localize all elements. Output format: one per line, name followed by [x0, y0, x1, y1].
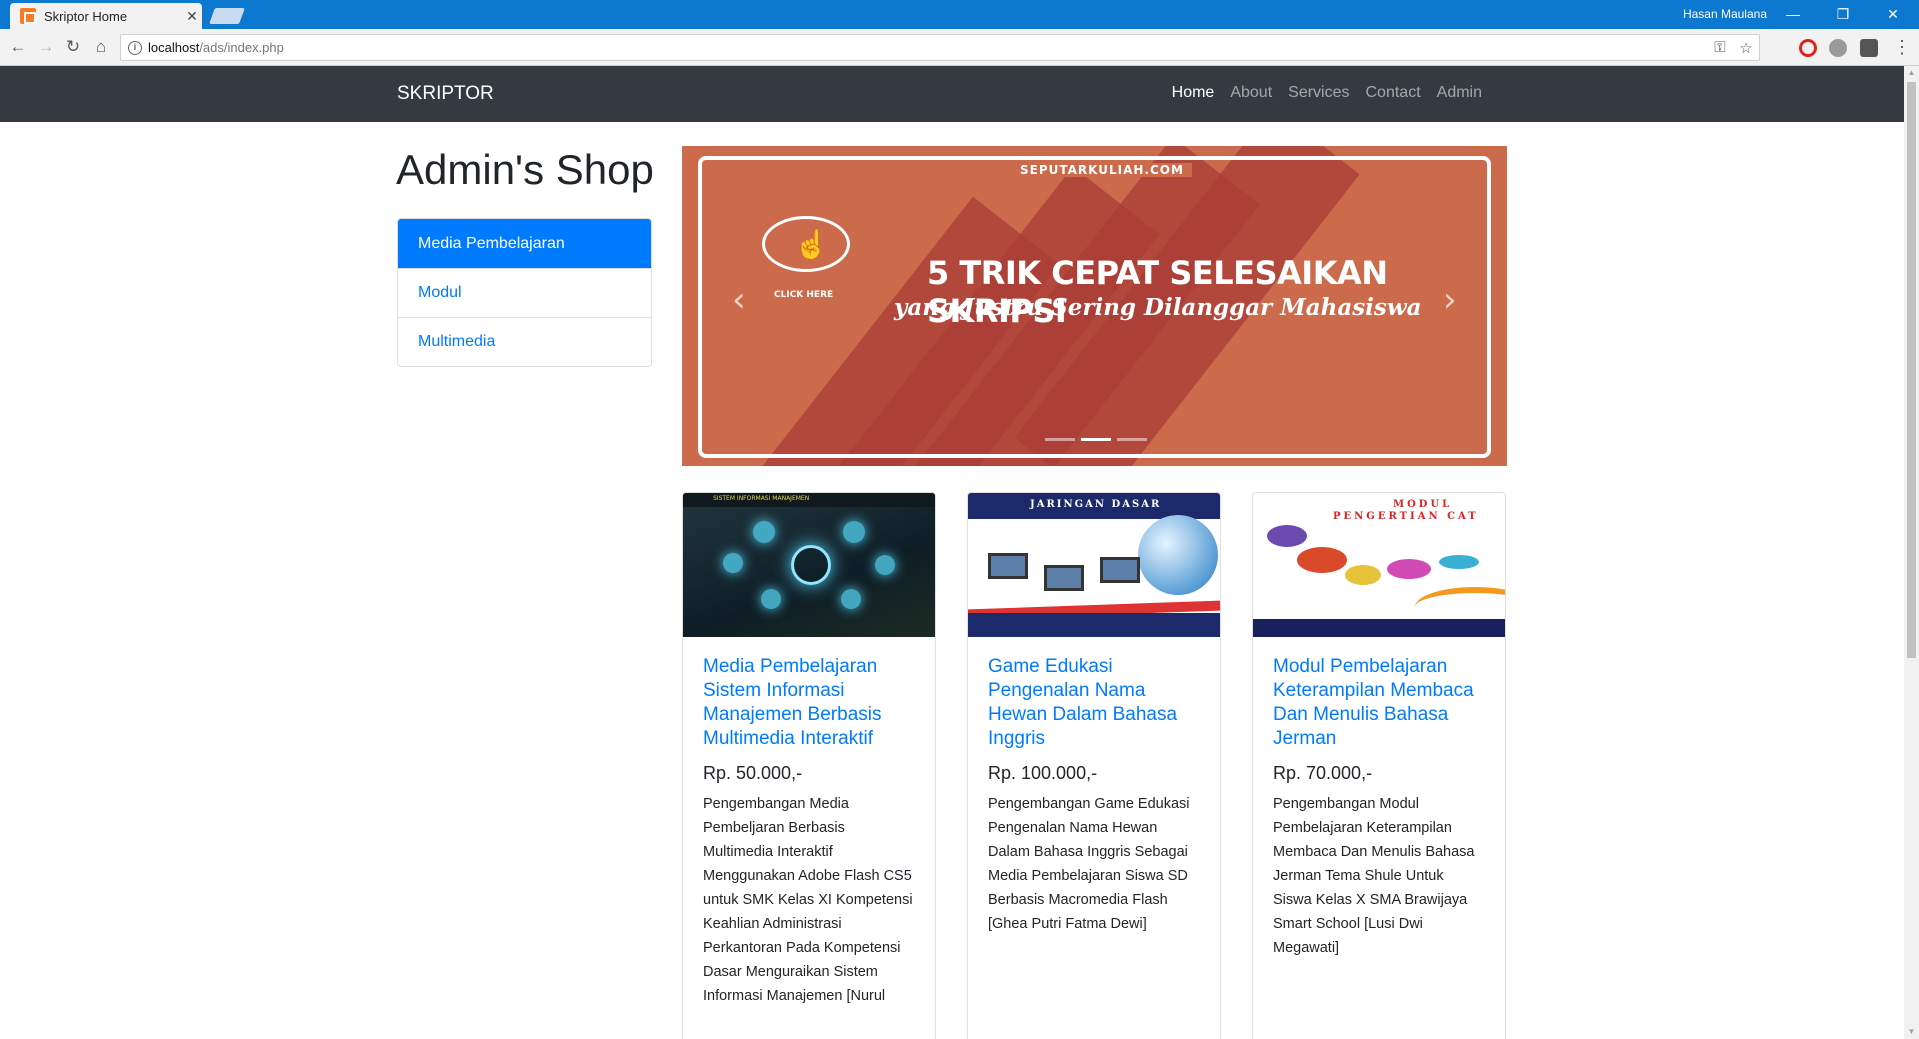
paint-blob — [1345, 565, 1381, 585]
browser-menu-icon[interactable]: ⋮ — [1893, 36, 1911, 58]
extension-icon[interactable] — [1829, 39, 1847, 57]
nav-link-services[interactable]: Services — [1288, 84, 1349, 102]
product-description: Pengembangan Modul Pembelajaran Keteramp… — [1273, 796, 1475, 956]
product-description: Pengembangan Game Edukasi Pengenalan Nam… — [988, 796, 1190, 932]
page-viewport: SKRIPTOR Home About Services Contact Adm… — [0, 66, 1904, 1039]
product-image-label: SISTEM INFORMASI MANAJEMEN — [713, 495, 810, 502]
navbar-brand[interactable]: SKRIPTOR — [397, 83, 494, 105]
opera-extension-icon[interactable] — [1799, 39, 1817, 57]
nav-link-home[interactable]: Home — [1172, 84, 1215, 102]
scroll-up-icon[interactable]: ▲ — [1904, 66, 1919, 80]
restore-button[interactable]: ❐ — [1823, 3, 1863, 25]
page-title: Admin's Shop — [396, 146, 654, 193]
scroll-down-icon[interactable]: ▼ — [1904, 1025, 1919, 1039]
category-list: Media Pembelajaran Modul Multimedia — [397, 218, 652, 367]
reload-icon[interactable]: ↻ — [63, 37, 83, 57]
carousel-indicator[interactable] — [1045, 438, 1075, 441]
paint-blob — [1267, 525, 1307, 547]
carousel-indicator[interactable] — [1117, 438, 1147, 441]
back-icon[interactable]: ← — [8, 37, 28, 57]
pointer-hand-icon: ☝ — [794, 229, 829, 260]
category-item-modul[interactable]: Modul — [398, 268, 651, 317]
laptop-graphic — [988, 553, 1028, 579]
image-footer — [1253, 619, 1505, 637]
product-card: JARINGAN DASAR Game Edukasi Pengenalan N… — [967, 492, 1221, 1039]
carousel-next-icon[interactable]: › — [1443, 280, 1457, 320]
key-icon[interactable]: ⚿ — [1707, 39, 1733, 56]
banner-site-label: SEPUTARKULIAH.COM — [1012, 163, 1192, 177]
category-item-multimedia[interactable]: Multimedia — [398, 317, 651, 366]
paint-blob — [1439, 555, 1479, 569]
shield-extension-icon[interactable] — [1860, 39, 1878, 57]
paint-blob — [1387, 559, 1431, 579]
carousel-indicator[interactable] — [1081, 438, 1111, 441]
category-item-media-pembelajaran[interactable]: Media Pembelajaran — [398, 219, 651, 268]
product-image[interactable]: MODUL PENGERTIAN CAT — [1253, 493, 1505, 637]
browser-toolbar: ← → ↻ ⌂ i localhost/ads/index.php ⚿ ☆ ⋮ — [0, 29, 1919, 66]
profile-name[interactable]: Hasan Maulana — [1683, 7, 1767, 21]
nav-link-contact[interactable]: Contact — [1366, 84, 1421, 102]
product-card: MODUL PENGERTIAN CAT Modul Pembelajaran … — [1252, 492, 1506, 1039]
page-scrollbar[interactable]: ▲ ▼ — [1904, 66, 1919, 1039]
product-title[interactable]: Media Pembelajaran Sistem Informasi Mana… — [703, 655, 915, 751]
nav-link-admin[interactable]: Admin — [1437, 84, 1482, 102]
card-body: Game Edukasi Pengenalan Nama Hewan Dalam… — [968, 637, 1220, 954]
site-info-icon[interactable]: i — [128, 40, 142, 55]
image-hub — [791, 545, 831, 585]
product-image-label: PENGERTIAN CAT — [1333, 511, 1479, 522]
card-body: Modul Pembelajaran Keterampilan Membaca … — [1253, 637, 1505, 978]
laptop-graphic — [1100, 557, 1140, 583]
image-node — [723, 553, 743, 573]
product-description: Pengembangan Media Pembeljaran Berbasis … — [703, 796, 913, 1004]
address-bar[interactable]: i localhost/ads/index.php ⚿ ☆ — [120, 34, 1760, 61]
image-node — [843, 521, 865, 543]
carousel-prev-icon[interactable]: ‹ — [732, 280, 746, 320]
product-price: Rp. 50.000,- — [703, 763, 803, 783]
tab-close-icon[interactable]: ✕ — [182, 8, 202, 25]
product-image-label: JARINGAN DASAR — [1030, 499, 1162, 510]
close-window-button[interactable]: ✕ — [1873, 3, 1913, 25]
banner-carousel[interactable]: SEPUTARKULIAH.COM ☝ CLICK HERE 5 TRIK CE… — [682, 146, 1507, 466]
product-image[interactable]: SISTEM INFORMASI MANAJEMEN — [683, 493, 935, 637]
product-price: Rp. 70.000,- — [1273, 763, 1373, 783]
product-image[interactable]: JARINGAN DASAR — [968, 493, 1220, 637]
xampp-favicon-icon — [20, 8, 36, 24]
globe-graphic — [1138, 515, 1218, 595]
product-card: SISTEM INFORMASI MANAJEMEN Media Pembela… — [682, 492, 936, 1039]
bookmark-star-icon[interactable]: ☆ — [1733, 39, 1759, 57]
product-image-label: MODUL — [1393, 499, 1453, 510]
carousel-indicators — [1042, 438, 1150, 441]
site-navbar: SKRIPTOR Home About Services Contact Adm… — [0, 66, 1904, 122]
image-node — [753, 521, 775, 543]
card-body: Media Pembelajaran Sistem Informasi Mana… — [683, 637, 935, 1026]
image-node — [761, 589, 781, 609]
minimize-button[interactable]: — — [1773, 3, 1813, 25]
home-icon[interactable]: ⌂ — [91, 37, 111, 57]
browser-tab[interactable]: Skriptor Home ✕ — [10, 3, 202, 29]
new-tab-button[interactable] — [209, 8, 245, 24]
scrollbar-thumb[interactable] — [1907, 82, 1916, 658]
tab-title: Skriptor Home — [44, 8, 128, 24]
url-text[interactable]: localhost/ads/index.php — [148, 40, 1707, 55]
image-footer — [968, 613, 1220, 637]
nav-link-about[interactable]: About — [1230, 84, 1272, 102]
forward-icon[interactable]: → — [36, 37, 56, 57]
paint-blob — [1297, 547, 1347, 573]
image-node — [875, 555, 895, 575]
product-title[interactable]: Modul Pembelajaran Keterampilan Membaca … — [1273, 655, 1485, 751]
nav-links: Home About Services Contact Admin — [1156, 84, 1482, 102]
product-price: Rp. 100.000,- — [988, 763, 1098, 783]
image-node — [841, 589, 861, 609]
click-here-label: CLICK HERE — [774, 290, 834, 300]
browser-titlebar: Skriptor Home ✕ Hasan Maulana — ❐ ✕ — [0, 0, 1919, 29]
banner-subheadline: yang Justru Sering Dilanggar Mahasiswa — [894, 294, 1422, 321]
product-title[interactable]: Game Edukasi Pengenalan Nama Hewan Dalam… — [988, 655, 1200, 751]
laptop-graphic — [1044, 565, 1084, 591]
